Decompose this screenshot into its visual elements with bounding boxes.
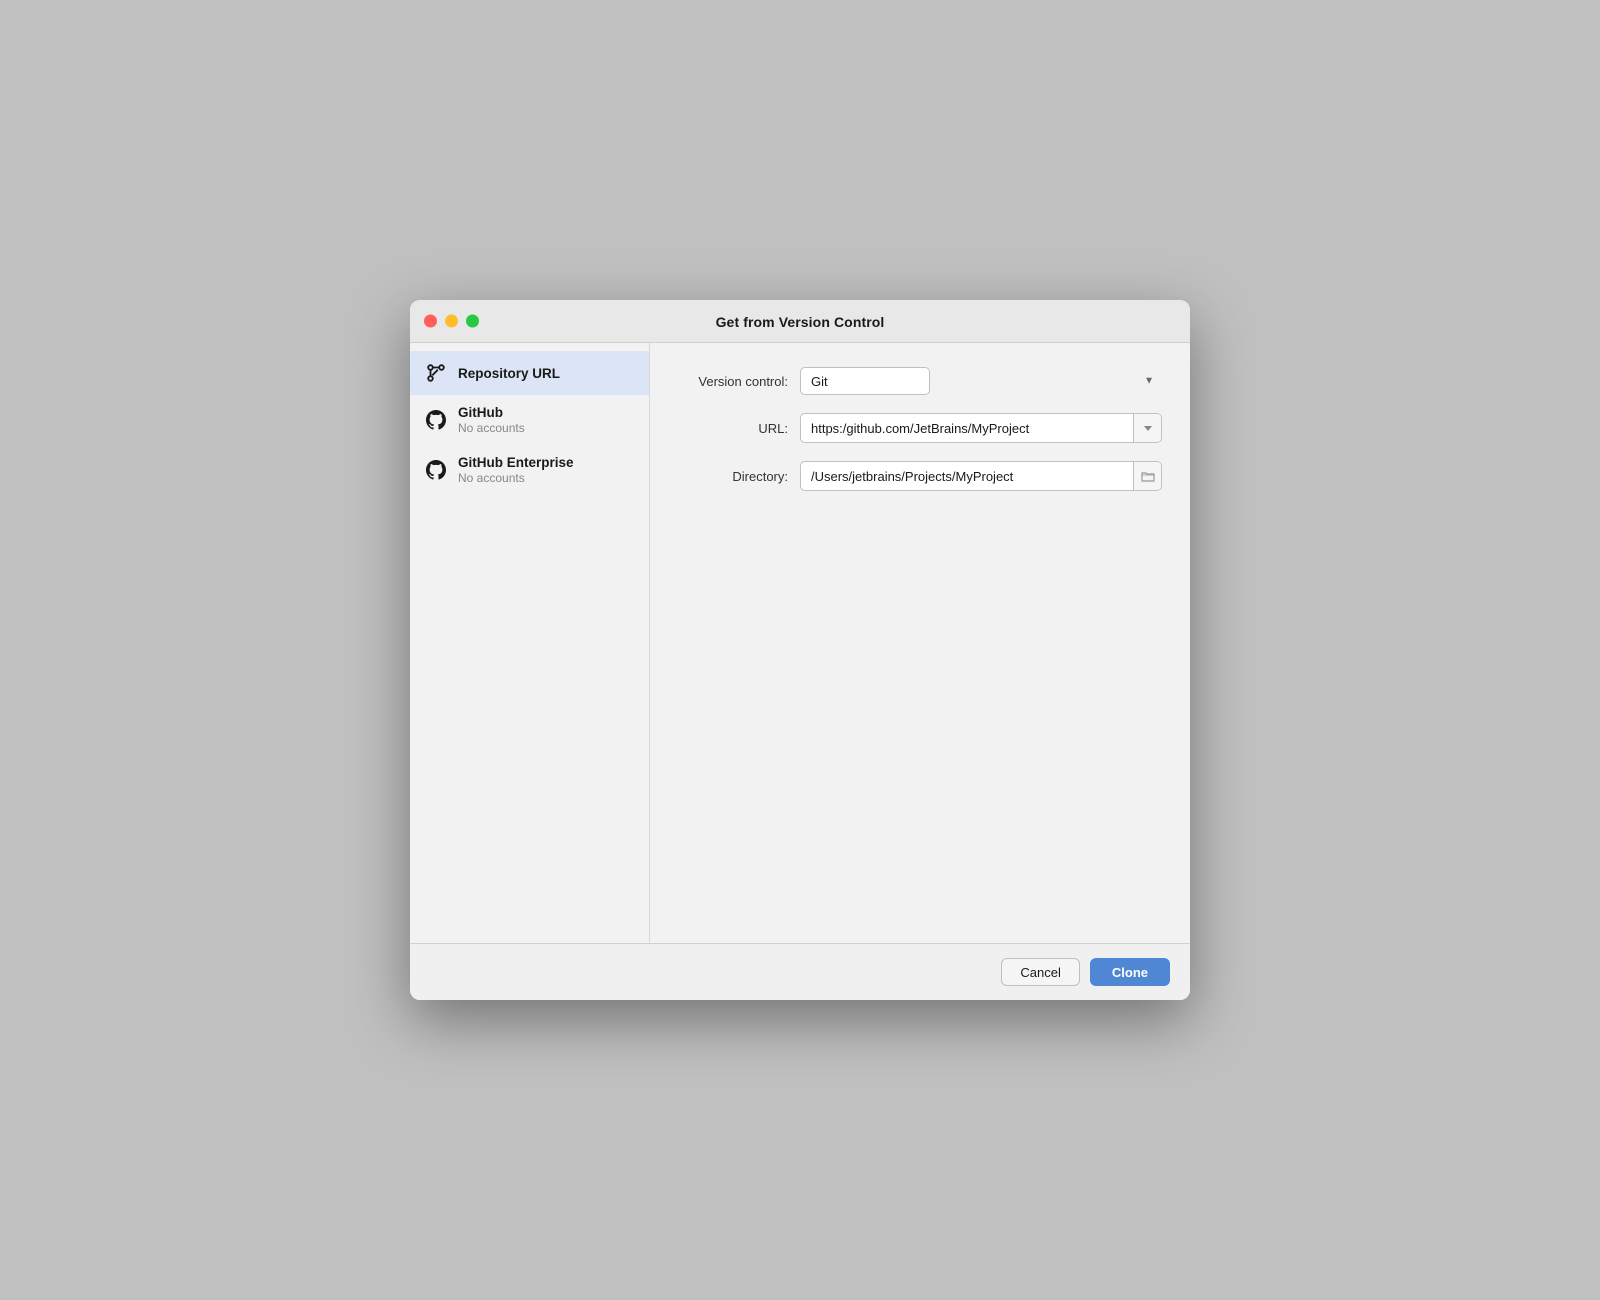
url-label: URL: — [678, 421, 788, 436]
version-control-row: Version control: Git Mercurial Subversio… — [678, 367, 1162, 395]
dialog-body: Repository URL GitHub No accounts — [410, 343, 1190, 943]
cancel-button[interactable]: Cancel — [1001, 958, 1079, 986]
directory-row: Directory: — [678, 461, 1162, 491]
maximize-button[interactable] — [466, 315, 479, 328]
dialog: Get from Version Control Re — [410, 300, 1190, 1000]
sidebar-item-github-enterprise[interactable]: GitHub Enterprise No accounts — [410, 445, 649, 495]
vcs-icon — [424, 361, 448, 385]
sidebar-item-github-title: GitHub — [458, 405, 525, 420]
sidebar-item-github-subtitle: No accounts — [458, 421, 525, 435]
version-control-label: Version control: — [678, 374, 788, 389]
minimize-button[interactable] — [445, 315, 458, 328]
directory-browse-button[interactable] — [1133, 462, 1161, 490]
dialog-footer: Cancel Clone — [410, 943, 1190, 1000]
url-input[interactable] — [801, 414, 1133, 442]
url-input-wrapper — [800, 413, 1162, 443]
dialog-title: Get from Version Control — [716, 314, 885, 330]
sidebar-item-repository-url[interactable]: Repository URL — [410, 351, 649, 395]
sidebar: Repository URL GitHub No accounts — [410, 343, 650, 943]
main-content: Version control: Git Mercurial Subversio… — [650, 343, 1190, 943]
directory-input[interactable] — [801, 462, 1133, 490]
sidebar-item-repository-url-title: Repository URL — [458, 366, 560, 381]
clone-button[interactable]: Clone — [1090, 958, 1170, 986]
sidebar-item-github-enterprise-subtitle: No accounts — [458, 471, 574, 485]
version-control-wrapper: Git Mercurial Subversion ▼ — [800, 367, 1162, 395]
url-row: URL: — [678, 413, 1162, 443]
sidebar-item-repository-url-text: Repository URL — [458, 366, 560, 381]
title-bar: Get from Version Control — [410, 300, 1190, 343]
url-dropdown-arrow-icon — [1143, 423, 1153, 433]
github-enterprise-icon — [424, 458, 448, 482]
directory-label: Directory: — [678, 469, 788, 484]
folder-icon — [1141, 470, 1155, 482]
window-controls — [424, 315, 479, 328]
directory-input-wrapper — [800, 461, 1162, 491]
version-control-select[interactable]: Git Mercurial Subversion — [800, 367, 930, 395]
github-icon — [424, 408, 448, 432]
url-dropdown-button[interactable] — [1133, 414, 1161, 442]
sidebar-item-github-text: GitHub No accounts — [458, 405, 525, 435]
dropdown-arrow-icon: ▼ — [1144, 376, 1154, 387]
sidebar-item-github-enterprise-title: GitHub Enterprise — [458, 455, 574, 470]
close-button[interactable] — [424, 315, 437, 328]
sidebar-item-github[interactable]: GitHub No accounts — [410, 395, 649, 445]
sidebar-item-github-enterprise-text: GitHub Enterprise No accounts — [458, 455, 574, 485]
